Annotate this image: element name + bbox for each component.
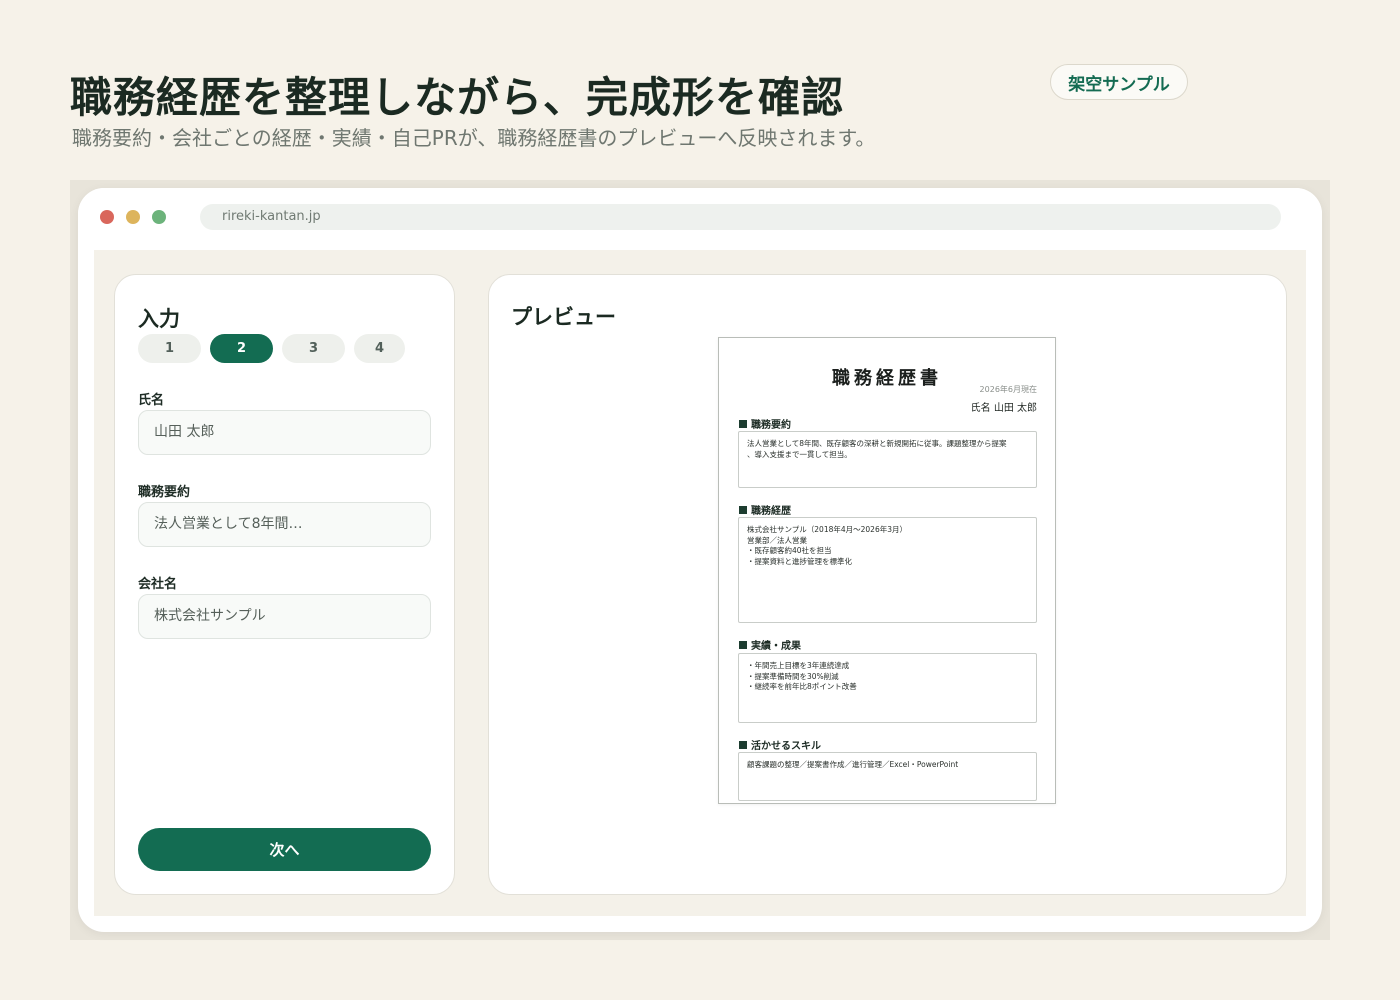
section-line: ・提案資料と進捗管理を標準化 <box>747 556 852 566</box>
section-square-icon <box>739 419 747 428</box>
resume-document: 職務経歴書 2026年6月現在 氏名 山田 太郎 職務要約 法人営業として8年間… <box>718 337 1056 804</box>
summary-field-label: 職務要約 <box>138 485 191 500</box>
step-1[interactable]: 1 <box>138 334 201 363</box>
section-line: ・既存顧客約40社を担当 <box>747 546 832 555</box>
section-box: 顧客課題の整理／提案書作成／進行管理／Excel・PowerPoint <box>738 752 1037 801</box>
name-input[interactable]: 山田 太郎 <box>138 410 431 455</box>
screenshot-stage: rireki-kantan.jp 入力 1 2 3 4 氏名 山田 太郎 職務要… <box>70 180 1330 940</box>
section-line: ・提案準備時間を30%削減 <box>747 671 839 681</box>
page-headline: 職務経歴を整理しながら、完成形を確認 <box>70 73 845 122</box>
section-heading-text: 職務経歴 <box>751 506 791 517</box>
maximize-dot-icon[interactable] <box>152 210 166 224</box>
minimize-dot-icon[interactable] <box>126 210 140 224</box>
section-heading-text: 職務要約 <box>751 420 791 431</box>
section-line: 顧客課題の整理／提案書作成／進行管理／Excel・PowerPoint <box>747 760 959 769</box>
section-line: ・継続率を前年比8ポイント改善 <box>747 682 857 691</box>
document-date: 2026年6月現在 <box>979 385 1037 394</box>
sample-badge: 架空サンプル <box>1050 64 1188 100</box>
section-square-icon <box>739 505 747 514</box>
section-heading: 実績・成果 <box>739 637 801 652</box>
step-3[interactable]: 3 <box>282 334 345 363</box>
section-heading-text: 活かせるスキル <box>751 741 821 752</box>
section-heading: 職務経歴 <box>739 502 791 517</box>
page-subtitle: 職務要約・会社ごとの経歴・実績・自己PRが、職務経歴書のプレビューへ反映されます… <box>72 126 876 150</box>
section-heading: 職務要約 <box>739 416 791 431</box>
close-dot-icon[interactable] <box>100 210 114 224</box>
input-panel: 入力 1 2 3 4 氏名 山田 太郎 職務要約 法人営業として8年間… 会社名… <box>114 274 455 895</box>
section-line: 営業部／法人営業 <box>747 535 807 545</box>
section-box: 株式会社サンプル（2018年4月〜2026年3月） 営業部／法人営業 ・既存顧客… <box>738 517 1037 623</box>
company-field-label: 会社名 <box>138 577 178 592</box>
summary-input[interactable]: 法人営業として8年間… <box>138 502 431 547</box>
section-square-icon <box>739 740 747 749</box>
section-line: 、導入支援まで一貫して担当。 <box>747 449 852 459</box>
preview-panel-title: プレビュー <box>511 305 616 329</box>
step-indicator: 1 2 3 4 <box>138 334 405 363</box>
section-heading-text: 実績・成果 <box>751 641 801 652</box>
app-content: 入力 1 2 3 4 氏名 山田 太郎 職務要約 法人営業として8年間… 会社名… <box>94 250 1306 916</box>
section-box: 法人営業として8年間、既存顧客の深耕と新規開拓に従事。課題整理から提案 、導入支… <box>738 431 1037 488</box>
browser-titlebar: rireki-kantan.jp <box>78 188 1322 250</box>
next-button[interactable]: 次へ <box>138 828 431 871</box>
address-bar[interactable]: rireki-kantan.jp <box>200 204 1281 230</box>
step-4[interactable]: 4 <box>354 334 405 363</box>
section-line: ・年間売上目標を3年連続達成 <box>747 661 850 670</box>
section-square-icon <box>739 640 747 649</box>
step-2[interactable]: 2 <box>210 334 273 363</box>
section-line: 株式会社サンプル（2018年4月〜2026年3月） <box>747 525 907 534</box>
section-line: 法人営業として8年間、既存顧客の深耕と新規開拓に従事。課題整理から提案 <box>747 439 1007 448</box>
company-input[interactable]: 株式会社サンプル <box>138 594 431 639</box>
section-box: ・年間売上目標を3年連続達成 ・提案準備時間を30%削減 ・継続率を前年比8ポイ… <box>738 653 1037 723</box>
preview-panel: プレビュー 職務経歴書 2026年6月現在 氏名 山田 太郎 職務要約 法人営業… <box>488 274 1287 895</box>
browser-window: rireki-kantan.jp 入力 1 2 3 4 氏名 山田 太郎 職務要… <box>78 188 1322 932</box>
document-name: 氏名 山田 太郎 <box>970 403 1037 414</box>
name-field-label: 氏名 <box>138 393 165 408</box>
input-panel-title: 入力 <box>138 307 180 331</box>
section-heading: 活かせるスキル <box>739 737 821 752</box>
